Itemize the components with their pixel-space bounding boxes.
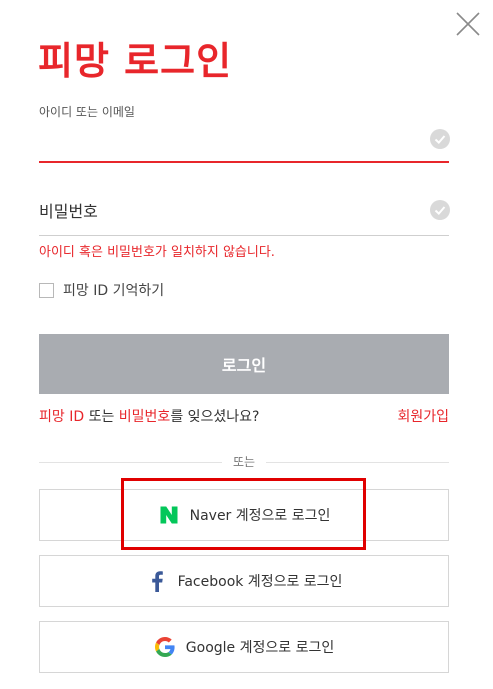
error-message: 아이디 혹은 비밀번호가 일치하지 않습니다. [39, 245, 275, 260]
remember-id-checkbox[interactable]: 피망 ID 기억하기 [39, 281, 164, 299]
id-field-container [39, 120, 450, 163]
naver-icon [158, 504, 180, 526]
forgot-credentials-text: 피망 ID 또는 비밀번호를 잊으셨나요? [39, 407, 260, 427]
signup-link[interactable]: 회원가입 [397, 407, 449, 427]
divider-label: 또는 [222, 454, 266, 470]
google-icon [154, 636, 176, 658]
password-input[interactable] [39, 190, 419, 232]
password-field-container [39, 190, 450, 236]
forgot-id-link[interactable]: 피망 ID [39, 409, 84, 425]
facebook-login-button[interactable]: Facebook 계정으로 로그인 [39, 555, 449, 607]
forgot-or-text: 또는 [84, 409, 119, 425]
naver-login-label: Naver 계정으로 로그인 [189, 508, 331, 524]
page-title: 피망 로그인 [38, 39, 233, 83]
remember-id-label: 피망 ID 기억하기 [63, 283, 165, 299]
login-button[interactable]: 로그인 [39, 334, 449, 394]
forgot-password-link[interactable]: 비밀번호 [119, 409, 171, 425]
facebook-login-label: Facebook 계정으로 로그인 [177, 574, 343, 590]
id-field-label: 아이디 또는 이메일 [39, 105, 135, 119]
forgot-suffix-text: 를 잊으셨나요? [170, 409, 260, 425]
google-login-label: Google 계정으로 로그인 [185, 640, 335, 656]
facebook-icon [146, 570, 168, 592]
id-input[interactable] [39, 120, 419, 160]
naver-login-button[interactable]: Naver 계정으로 로그인 [39, 489, 449, 541]
google-login-button[interactable]: Google 계정으로 로그인 [39, 621, 449, 673]
check-circle-icon [430, 129, 450, 149]
checkbox-box[interactable] [39, 282, 54, 298]
close-icon[interactable] [455, 11, 481, 37]
check-circle-icon [430, 200, 450, 220]
